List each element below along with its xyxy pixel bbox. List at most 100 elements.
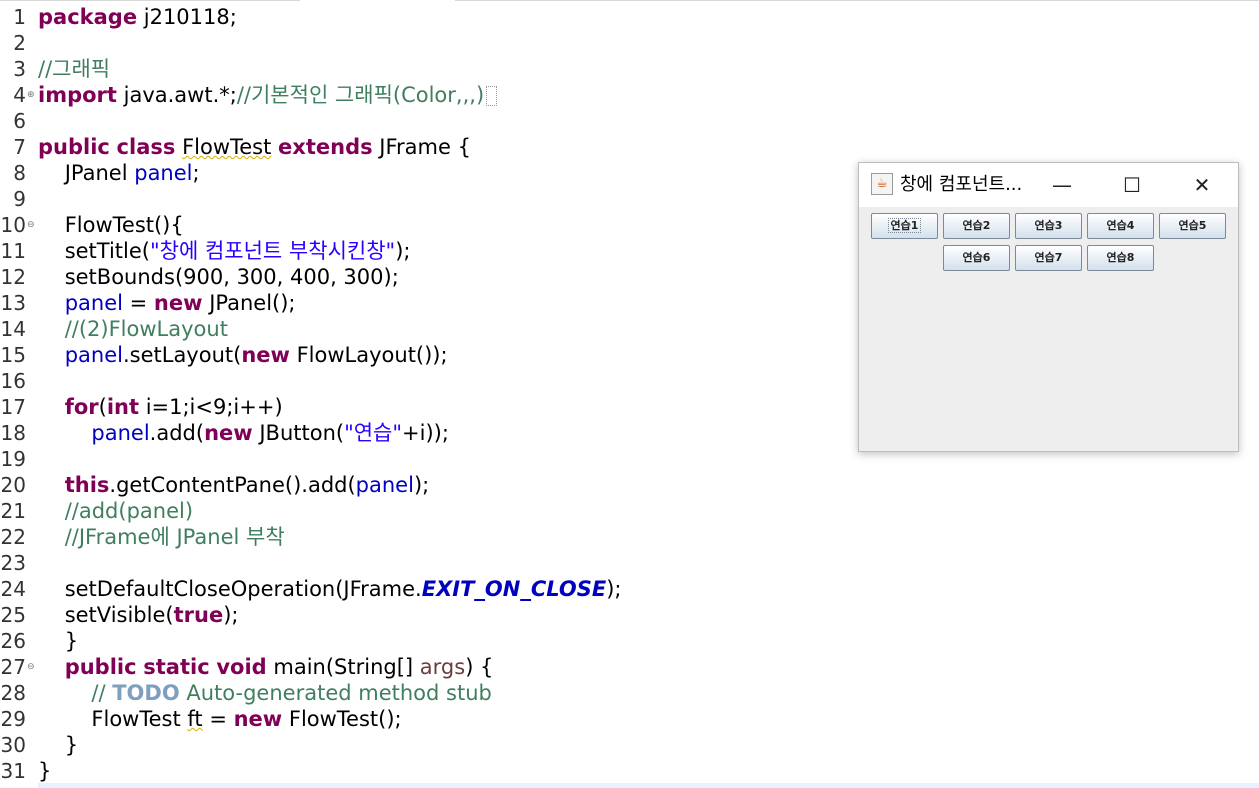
code-line[interactable]: 7 public class FlowTest extends JFrame { [0, 134, 1259, 160]
code-text: ); [606, 577, 622, 601]
line-number: 1 [13, 5, 26, 29]
comment: //(2)FlowLayout [64, 317, 228, 341]
code-text: ); [223, 603, 239, 627]
code-text: .getContentPane().add( [109, 473, 356, 497]
code-text: FlowTest(); [282, 707, 402, 731]
fold-collapse-icon[interactable]: ⊖ [27, 654, 37, 680]
window-title: 창에 컴포넌트... [900, 174, 1023, 195]
code-text: = [202, 707, 234, 731]
code-line[interactable]: 6 [0, 108, 1259, 134]
code-text: java.awt.*; [116, 83, 237, 107]
code-text: = [122, 291, 154, 315]
class-name: FlowTest [182, 135, 272, 159]
code-text: JFrame { [372, 135, 471, 159]
line-number: 20 [0, 473, 26, 497]
keyword: new [233, 707, 283, 731]
minimize-button[interactable]: — [1032, 163, 1092, 207]
code-text: ); [413, 473, 430, 497]
code-line[interactable]: 27 ⊖ public static void main(String[] arg… [0, 654, 1259, 680]
code-text: } [38, 733, 79, 757]
code-line[interactable]: 23 [0, 550, 1259, 576]
fold-collapse-icon[interactable]: ⊖ [27, 212, 37, 238]
code-line[interactable]: 26 } [0, 628, 1259, 654]
code-line[interactable]: 24 setDefaultCloseOperation(JFrame.EXIT_… [0, 576, 1259, 602]
code-line[interactable]: 30 } [0, 732, 1259, 758]
jbutton-2[interactable]: 연습2 [943, 213, 1010, 239]
keyword: int [106, 395, 140, 419]
keyword: public [64, 655, 137, 679]
jbutton-7[interactable]: 연습7 [1015, 245, 1082, 271]
fold-expand-icon[interactable]: ⊕ [27, 82, 37, 108]
code-line[interactable]: 31} [0, 758, 1259, 784]
code-line[interactable]: 4 ⊕ import java.awt.*;//기본적인 그래픽(Color,,,) [0, 82, 1259, 108]
code-line[interactable]: 63//그래픽 [0, 56, 1259, 82]
line-number: 14 [0, 317, 26, 341]
line-number: 26 [0, 629, 26, 653]
field: panel [134, 161, 193, 185]
keyword: package [38, 5, 138, 29]
code-text: FlowTest [38, 707, 188, 731]
line-number: 23 [0, 551, 26, 575]
folded-block-icon[interactable] [486, 86, 498, 106]
java-frame-window[interactable]: ☕ 창에 컴포넌트... — ☐ ✕ 연습1 연습2 연습3 연습4 연습5 연… [858, 162, 1239, 452]
line-number: 25 [0, 603, 26, 627]
keyword: void [216, 655, 267, 679]
line-number: 22 [0, 525, 26, 549]
code-line[interactable]: 22 //JFrame에 JPanel 부착 [0, 524, 1259, 550]
code-line[interactable]: 29 FlowTest ft = new FlowTest(); [0, 706, 1259, 732]
code-text: .add( [149, 421, 205, 445]
line-number: 16 [0, 369, 26, 393]
jbutton-1[interactable]: 연습1 [871, 213, 938, 239]
code-text: FlowLayout()); [289, 343, 448, 367]
todo-tag: TODO [112, 681, 180, 705]
comment: // [91, 681, 113, 705]
code-text: FlowTest(){ [38, 213, 184, 237]
code-text: j210118; [137, 5, 237, 29]
code-text: +i)); [402, 421, 449, 445]
code-line[interactable]: 20 this.getContentPane().add(panel); [0, 472, 1259, 498]
keyword: public [38, 135, 110, 159]
keyword: import [38, 83, 117, 107]
code-line[interactable]: 28 // TODO Auto-generated method stub [0, 680, 1259, 706]
code-line[interactable]: 2 [0, 30, 1259, 56]
java-cup-icon[interactable]: ☕ [871, 173, 893, 195]
comment: //기본적인 그래픽(Color,,,) [236, 83, 485, 107]
comment: //add(panel) [64, 499, 194, 523]
line-number: 31 [0, 759, 26, 783]
field: panel [91, 421, 150, 445]
comment: //JFrame에 JPanel 부착 [64, 525, 285, 549]
jbutton-5[interactable]: 연습5 [1159, 213, 1226, 239]
keyword: new [204, 421, 253, 445]
code-text: ; [192, 161, 200, 185]
line-number: 6 [13, 109, 26, 133]
jbutton-6[interactable]: 연습6 [943, 245, 1010, 271]
field: panel [64, 343, 123, 367]
line-number: 9 [13, 187, 26, 211]
keyword: new [153, 291, 203, 315]
code-text: setTitle( [38, 239, 150, 263]
maximize-button[interactable]: ☐ [1102, 163, 1162, 207]
local-variable: ft [187, 707, 203, 731]
keyword: new [241, 343, 290, 367]
line-number: 21 [0, 499, 26, 523]
window-titlebar[interactable]: ☕ 창에 컴포넌트... — ☐ ✕ [859, 163, 1238, 207]
code-line[interactable]: 1 package j210118; [0, 4, 1259, 30]
button-label: 연습1 [887, 218, 922, 233]
field: panel [355, 473, 414, 497]
line-number: 12 [0, 265, 26, 289]
code-text: JPanel [38, 161, 135, 185]
string-literal: "연습" [344, 421, 403, 445]
code-line[interactable]: 21 //add(panel) [0, 498, 1259, 524]
line-number: 11 [0, 239, 26, 263]
close-button[interactable]: ✕ [1172, 163, 1232, 207]
jbutton-4[interactable]: 연습4 [1087, 213, 1154, 239]
jbutton-8[interactable]: 연습8 [1087, 245, 1154, 271]
code-line[interactable]: 25 setVisible(true); [0, 602, 1259, 628]
line-number: 24 [0, 577, 26, 601]
jbutton-3[interactable]: 연습3 [1015, 213, 1082, 239]
